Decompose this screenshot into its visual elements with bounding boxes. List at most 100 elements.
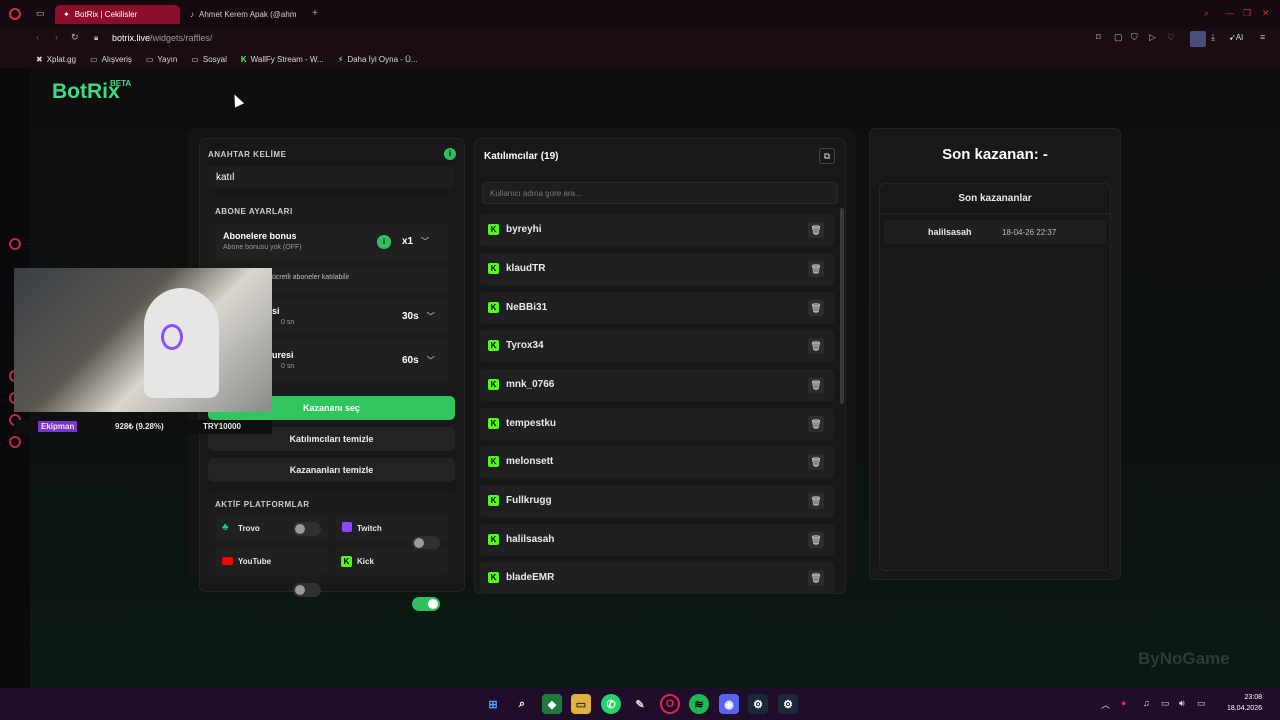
- microphone-icon[interactable]: ♫: [1143, 698, 1150, 708]
- profile-avatar[interactable]: [1190, 31, 1206, 47]
- windows-start-icon[interactable]: ⊞: [483, 694, 503, 714]
- trash-icon[interactable]: 🗑︎: [808, 377, 824, 393]
- search-icon[interactable]: ⌕: [1204, 8, 1209, 19]
- timer-row-1-sub: 0 sn: [281, 319, 295, 326]
- clock-time[interactable]: 23:08: [1222, 694, 1262, 701]
- bookmark-wallfy[interactable]: K WallFy Stream - W...: [241, 55, 324, 64]
- trash-icon[interactable]: 🗑︎: [808, 493, 824, 509]
- discord-icon[interactable]: ◉: [719, 694, 739, 714]
- info-icon[interactable]: i: [444, 148, 456, 160]
- steam-icon-2[interactable]: ⚙︎: [778, 694, 798, 714]
- settings-icon[interactable]: [9, 436, 21, 448]
- timer-dropdown-1[interactable]: 30s ﹀: [402, 311, 435, 322]
- participant-row: Khalilsasah 🗑︎: [480, 524, 834, 556]
- bonus-info-icon[interactable]: i: [377, 235, 391, 249]
- trash-icon[interactable]: 🗑︎: [808, 570, 824, 586]
- trash-icon[interactable]: 🗑︎: [808, 222, 824, 238]
- heart-icon[interactable]: ♡: [1167, 32, 1175, 43]
- kick-icon: K: [488, 495, 499, 506]
- recent-winners-title: Son kazananlar: [958, 193, 1032, 204]
- donation-goal: TRY10000: [203, 422, 241, 431]
- headphone-icon: [161, 324, 183, 350]
- opera-icon[interactable]: O: [660, 694, 680, 714]
- youtube-toggle[interactable]: [293, 583, 321, 597]
- bookmark-xplat[interactable]: ✖ Xplat.gg: [36, 55, 76, 64]
- twitch-toggle[interactable]: [412, 536, 440, 550]
- keyword-input[interactable]: katıl: [208, 166, 455, 188]
- search-icon[interactable]: ⌕: [512, 694, 532, 714]
- spotify-icon[interactable]: ≋: [689, 694, 709, 714]
- play-icon[interactable]: ▷: [1149, 32, 1156, 43]
- reload-icon[interactable]: ↻: [71, 32, 79, 43]
- bonus-label: Abonelere bonus: [223, 231, 297, 241]
- file-explorer-icon[interactable]: ▭: [571, 694, 591, 714]
- donation-stat: 928₺ (9.28%): [115, 422, 164, 431]
- game-icon: ⚡︎: [337, 54, 344, 64]
- browser-tab-bar: ▭ ✦ BotRix | Cekilisler ♪ Ahmet Kerem Ap…: [0, 0, 1280, 28]
- trash-icon[interactable]: 🗑︎: [808, 338, 824, 354]
- network-icon[interactable]: ▭: [1161, 698, 1170, 709]
- snapshot-icon[interactable]: ▢: [1114, 32, 1123, 43]
- copy-icon[interactable]: ⧉: [819, 148, 835, 164]
- trash-icon[interactable]: 🗑︎: [808, 532, 824, 548]
- tab-menu-icon[interactable]: ▭: [36, 8, 45, 19]
- folder-icon: ▭: [145, 54, 154, 64]
- ai-button[interactable]: ➹AI: [1229, 33, 1243, 42]
- trash-icon[interactable]: 🗑︎: [808, 454, 824, 470]
- bookmark-icon[interactable]: ⌑: [1096, 32, 1101, 43]
- trash-icon[interactable]: 🗑︎: [808, 300, 824, 316]
- kick-icon: K: [488, 302, 499, 313]
- trash-icon[interactable]: 🗑︎: [808, 416, 824, 432]
- trovo-icon: ♣: [222, 522, 229, 533]
- tray-chevron-icon[interactable]: ︿: [1101, 698, 1110, 711]
- timer-dropdown-2[interactable]: 60s ﹀: [402, 355, 435, 366]
- participant-row: Ktempestku 🗑︎: [480, 408, 834, 440]
- kick-icon: K: [488, 534, 499, 545]
- back-icon[interactable]: ‹: [36, 32, 39, 42]
- clear-winners-button[interactable]: Kazananları temizle: [208, 458, 455, 482]
- chevron-down-icon: ﹀: [421, 237, 430, 246]
- bonus-sub: Abone bonusu yok (OFF): [223, 244, 302, 251]
- kick-icon: K: [488, 340, 499, 351]
- volume-icon[interactable]: 🔊︎: [1179, 698, 1185, 709]
- battery-icon[interactable]: ▭: [1197, 698, 1206, 709]
- maximize-icon[interactable]: ❐: [1243, 8, 1251, 19]
- kick-icon: K: [488, 418, 499, 429]
- bookmark-yayin[interactable]: ▭ Yayın: [146, 55, 177, 64]
- steam-icon[interactable]: ⚙︎: [748, 694, 768, 714]
- menu-icon[interactable]: ≡: [1260, 32, 1265, 42]
- bookmark-sosyal[interactable]: ▭ Sosyal: [191, 55, 227, 64]
- tab-botrix[interactable]: ✦ BotRix | Cekilisler: [55, 5, 180, 24]
- participant-search-input[interactable]: Kullanıcı adına gore ara...: [482, 182, 838, 204]
- participant-row: KbladeEMR 🗑︎: [480, 562, 834, 594]
- tray-app-icon[interactable]: ●: [1121, 698, 1126, 708]
- winner-row: halilsasah 18-04-26 22:37: [884, 220, 1106, 244]
- tab-tiktok[interactable]: ♪ Ahmet Kerem Apak (@ahm: [182, 5, 307, 24]
- whatsapp-icon[interactable]: ✆: [601, 694, 621, 714]
- participant-row: Kmnk_0766 🗑︎: [480, 369, 834, 401]
- kick-icon: K: [488, 224, 499, 235]
- app-icon-1[interactable]: ◆: [542, 694, 562, 714]
- participant-row: K Fullkrugg 🗑︎: [480, 485, 834, 517]
- forward-icon[interactable]: ›: [55, 32, 58, 42]
- kick-icon: K: [240, 54, 247, 64]
- clock-date[interactable]: 18.04.2026: [1216, 705, 1262, 712]
- bookmark-alisveris[interactable]: ▭ Alışveriş: [90, 55, 132, 64]
- new-tab-button[interactable]: +: [312, 8, 318, 19]
- trash-icon[interactable]: 🗑︎: [808, 261, 824, 277]
- bonus-dropdown[interactable]: x1 ﹀: [402, 236, 429, 247]
- address-bar: ‹ › ↻ 🔒︎ botrix.live/widgets/raffles/ ⌑ …: [0, 28, 1280, 50]
- opera-logo-icon[interactable]: [9, 8, 21, 20]
- sidebar-icon-1[interactable]: [9, 238, 21, 250]
- url-field[interactable]: botrix.live/widgets/raffles/: [112, 33, 212, 43]
- app-icon-2[interactable]: ✎: [630, 694, 650, 714]
- close-icon[interactable]: ✕: [1262, 8, 1270, 19]
- kick-toggle[interactable]: [412, 597, 440, 611]
- shield-icon[interactable]: ⛉: [1131, 32, 1138, 43]
- minimize-icon[interactable]: —: [1225, 8, 1234, 18]
- participants-scrollbar[interactable]: [840, 208, 844, 404]
- download-icon[interactable]: ⤓: [1211, 32, 1215, 43]
- kick-icon: K: [488, 379, 499, 390]
- bookmark-daha-iyi-oyna[interactable]: ⚡︎ Daha İyi Oyna - Ü...: [338, 55, 418, 64]
- trovo-toggle[interactable]: [293, 522, 321, 536]
